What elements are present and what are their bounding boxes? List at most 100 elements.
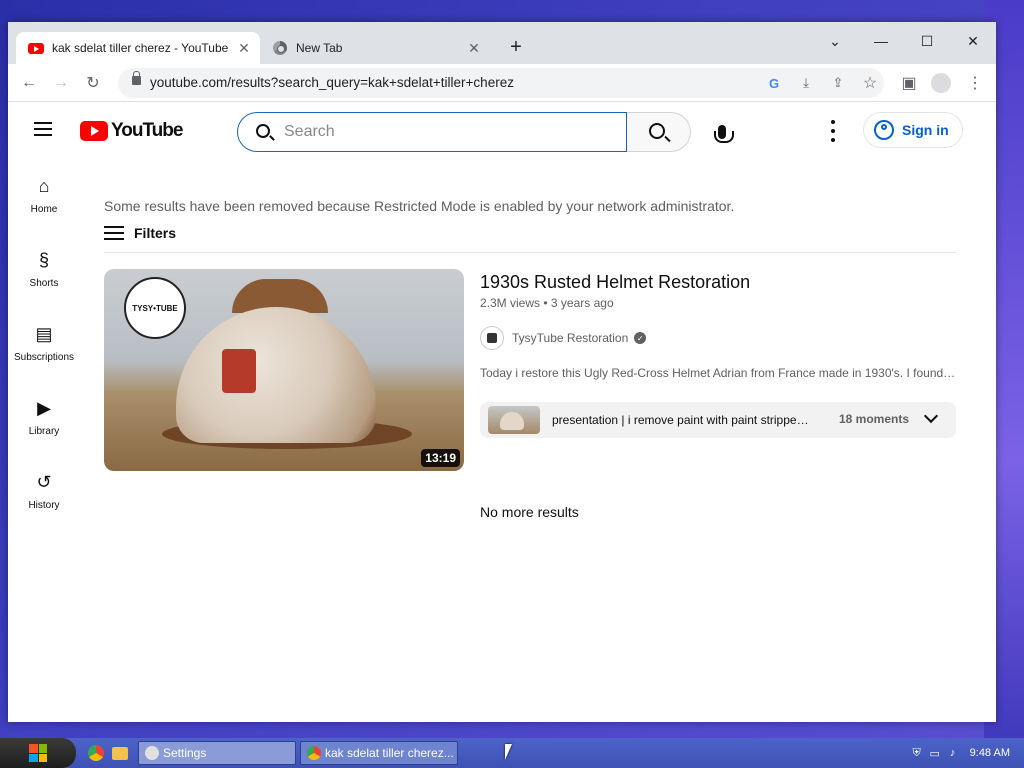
guide-label: Shorts [29,277,59,289]
bookmark-star-icon[interactable]: ☆ [860,73,880,93]
sign-in-label: Sign in [902,122,949,138]
system-tray: ⛨ ▭ ♪ 9:48 AM [900,738,1024,768]
mouse-cursor [505,744,512,760]
video-metadata: 2.3M views • 3 years ago [480,296,614,310]
guide-item-library[interactable]: ▶ Library [8,380,80,454]
tab-youtube[interactable]: kak sdelat tiller cherez - YouTube ✕ [16,32,260,64]
guide-label: Subscriptions [13,351,75,363]
clock[interactable]: 9:48 AM [970,747,1010,759]
sign-in-button[interactable]: Sign in [863,112,963,148]
youtube-logo[interactable]: YouTube [80,120,183,142]
tab-title: New Tab [296,41,343,55]
chapters-expander[interactable]: presentation | i remove paint with paint… [480,402,956,438]
network-icon[interactable]: ▭ [928,746,942,760]
youtube-icon [28,40,44,56]
start-button[interactable] [0,738,76,768]
guide-label: History [28,499,60,511]
lock-icon[interactable] [132,71,141,85]
back-button[interactable]: ← [16,70,42,96]
moments-count: 18 moments [839,412,910,426]
filter-sliders-icon [104,225,124,241]
guide-label: Library [28,425,60,437]
side-panel-icon[interactable]: ▣ [896,70,922,96]
guide-item-subscriptions[interactable]: ▤ Subscriptions [8,306,80,380]
taskbar-chrome-button[interactable]: kak sdelat tiller cherez... [300,741,458,765]
search-input[interactable] [284,121,604,143]
restricted-mode-notice: Some results have been removed because R… [104,198,735,214]
channel-name[interactable]: TysyTube Restoration [512,331,628,345]
volume-icon[interactable]: ♪ [946,746,960,760]
file-explorer-icon[interactable] [112,745,128,761]
video-duration: 13:19 [421,449,460,467]
subscriptions-icon: ▤ [35,324,53,344]
filters-label: Filters [134,225,177,241]
masthead: YouTube Sign in [8,102,996,158]
taskbar-button-label: kak sdelat tiller cherez... [325,746,454,760]
close-window-button[interactable]: ✕ [950,28,996,54]
chapters-text: presentation | i remove paint with paint… [552,413,810,427]
google-lens-icon[interactable]: G [764,73,784,93]
tab-search-icon[interactable]: ⌄ [812,28,858,54]
filters-button[interactable]: Filters [104,222,176,244]
browser-window: kak sdelat tiller cherez - YouTube ✕ New… [8,22,996,722]
divider [104,252,956,253]
browser-menu-icon[interactable]: ⋮ [962,70,988,96]
reload-button[interactable]: ↻ [80,70,106,96]
chrome-icon [307,746,321,760]
red-cross-mark [222,349,256,393]
guide-sidebar: ⌂ Home § Shorts ▤ Subscriptions ▶ Librar… [8,158,80,538]
video-thumbnail[interactable]: TYSY•TUBE 13:19 [104,269,464,471]
windows-logo-icon [29,744,47,762]
no-more-results: No more results [480,504,579,520]
new-tab-button[interactable]: + [504,36,528,59]
search-button[interactable] [627,112,691,152]
tab-title: kak sdelat tiller cherez - YouTube [52,41,229,55]
meta-separator: • [540,296,551,310]
chevron-down-icon[interactable] [923,408,939,424]
home-icon: ⌂ [38,176,50,196]
hamburger-menu-icon[interactable] [34,122,52,136]
shorts-icon: § [38,250,49,270]
logo-text: YouTube [111,120,183,141]
upload-age: 3 years ago [550,296,614,310]
guide-item-shorts[interactable]: § Shorts [8,232,80,306]
search-box[interactable] [237,112,627,152]
youtube-play-icon [80,121,108,141]
youtube-page: YouTube Sign in ⌂ Home § Shorts [8,102,996,722]
minimize-button[interactable]: — [858,28,904,54]
chrome-icon [272,40,288,56]
share-icon[interactable]: ⇪ [828,73,848,93]
microphone-icon [714,125,734,143]
settings-menu-icon[interactable] [828,120,838,142]
voice-search-button[interactable] [702,112,742,152]
taskbar: Settings kak sdelat tiller cherez... ⛨ ▭… [0,738,1024,768]
taskbar-button-label: Settings [163,746,207,760]
address-bar[interactable]: youtube.com/results?search_query=kak+sde… [118,68,884,98]
video-title[interactable]: 1930s Rusted Helmet Restoration [480,272,750,293]
url-text[interactable]: youtube.com/results?search_query=kak+sde… [150,75,514,90]
maximize-button[interactable]: ☐ [904,28,950,54]
profile-icon[interactable] [928,70,954,96]
gear-icon [145,746,159,760]
taskbar-settings-button[interactable]: Settings [138,741,296,765]
account-icon [874,120,894,140]
tab-strip: kak sdelat tiller cherez - YouTube ✕ New… [8,22,996,64]
channel-info[interactable]: TysyTube Restoration ✓ [480,326,647,350]
helmet-dome [176,307,376,443]
security-shield-icon[interactable]: ⛨ [910,746,924,760]
guide-label: Home [30,203,58,215]
close-tab-icon[interactable]: ✕ [234,40,254,57]
search-icon [649,123,665,139]
video-description: Today i restore this Ugly Red-Cross Helm… [480,366,958,380]
chrome-quicklaunch-icon[interactable] [88,745,104,761]
library-icon: ▶ [37,398,51,418]
verified-check-icon: ✓ [634,332,647,344]
tab-new-tab[interactable]: New Tab ✕ [260,32,490,64]
install-app-icon[interactable]: ⤓ [796,73,816,93]
guide-item-home[interactable]: ⌂ Home [8,158,80,232]
channel-avatar[interactable] [480,326,504,350]
forward-button[interactable]: → [48,70,74,96]
chapter-thumbnail [488,406,540,434]
guide-item-history[interactable]: ↺ History [8,454,80,528]
close-tab-icon[interactable]: ✕ [464,40,484,57]
